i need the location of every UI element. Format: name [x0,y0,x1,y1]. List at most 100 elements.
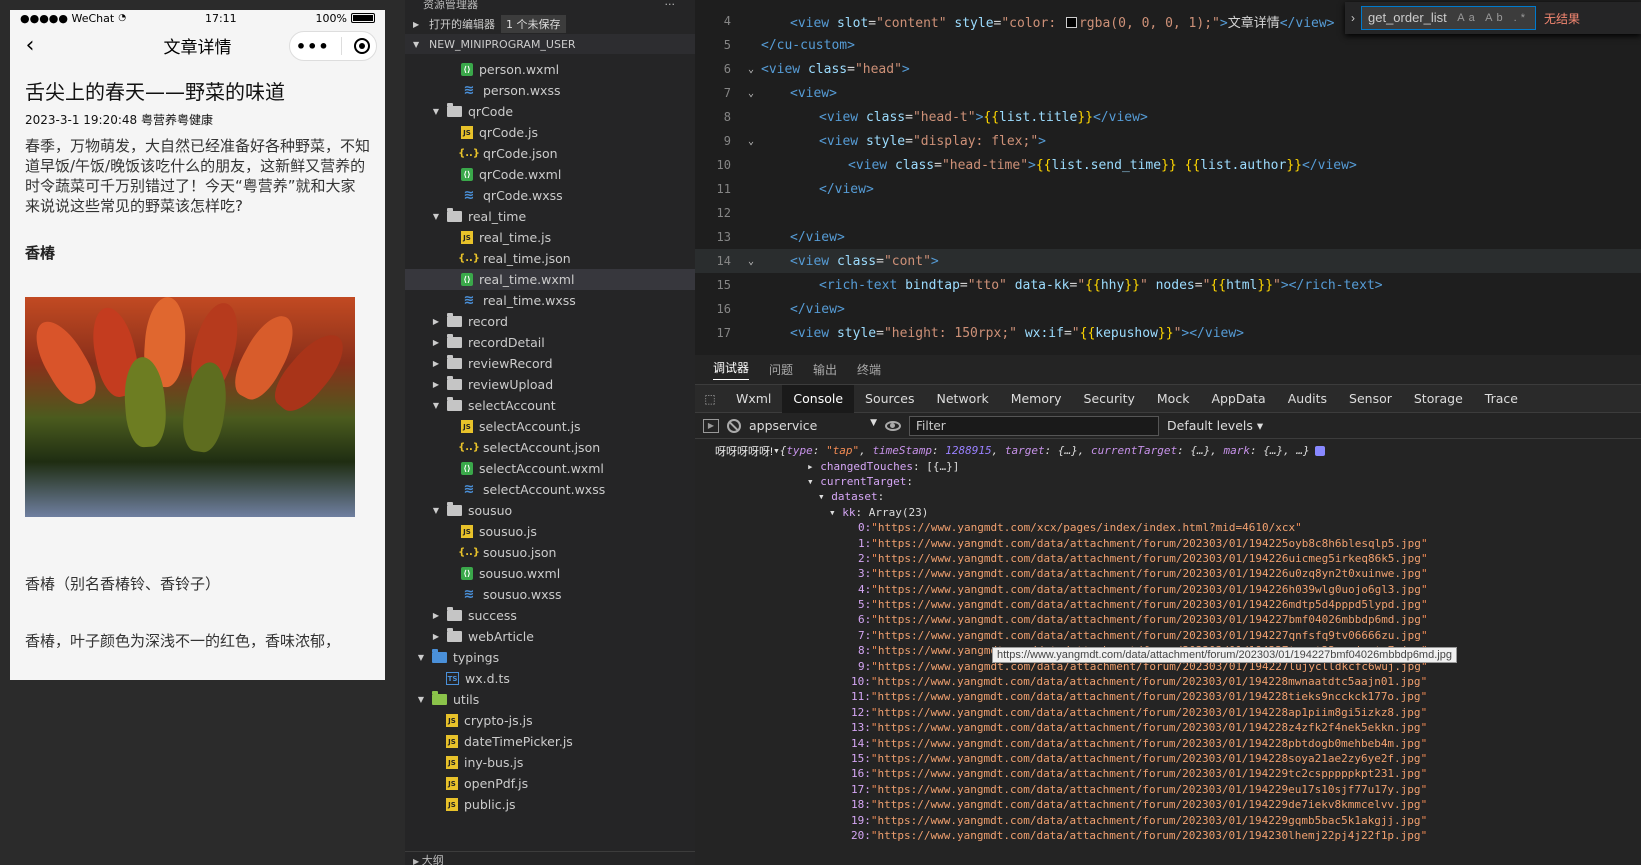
chevron-right-icon[interactable]: ▸ [807,460,820,473]
code-line[interactable]: 8 <view class="head-t">{{list.title}}</vi… [695,105,1641,129]
tree-file[interactable]: ⟨⟩ person.wxml [405,59,695,80]
tab-security[interactable]: Security [1073,385,1146,413]
tree-file[interactable]: {..} sousuo.json [405,542,695,563]
tab-audits[interactable]: Audits [1277,385,1338,413]
console-line[interactable]: 19: " https://www.yangmdt.com/data/attach… [695,812,1641,827]
console-line[interactable]: ▾ kk: Array(23) [695,505,1641,520]
code-line[interactable]: 16 </view> [695,297,1641,321]
panel-tab[interactable]: 终端 [857,361,881,378]
code-line[interactable]: 15 <rich-text bindtap="tto" data-kk="{{hh… [695,273,1641,297]
fold-chevron-icon[interactable]: ⌄ [741,88,761,99]
chevron-down-icon[interactable]: ▾ [773,444,780,457]
console-line[interactable]: 4: " https://www.yangmdt.com/data/attachm… [695,582,1641,597]
console-line[interactable]: 1: " https://www.yangmdt.com/data/attachm… [695,535,1641,550]
clear-console-icon[interactable] [727,418,741,433]
tree-folder[interactable]: ▼ utils [405,689,695,710]
code-line[interactable]: 13 </view> [695,225,1641,249]
console-line[interactable]: 15: " https://www.yangmdt.com/data/attach… [695,751,1641,766]
tab-appdata[interactable]: AppData [1200,385,1276,413]
panel-tab[interactable]: 调试器 [713,359,750,380]
tab-sources[interactable]: Sources [854,385,925,413]
tab-memory[interactable]: Memory [1000,385,1073,413]
filter-input[interactable]: Filter [909,415,1159,436]
console-line[interactable]: ▸ changedTouches: [{…}] [695,458,1641,473]
fold-chevron-icon[interactable]: ⌄ [741,256,761,267]
tab-sensor[interactable]: Sensor [1338,385,1403,413]
tree-file[interactable]: {..} selectAccount.json [405,437,695,458]
tab-trace[interactable]: Trace [1474,385,1529,413]
console-line[interactable]: 11: " https://www.yangmdt.com/data/attach… [695,689,1641,704]
console-line[interactable]: 10: " https://www.yangmdt.com/data/attach… [695,674,1641,689]
tree-folder[interactable]: ▼ typings [405,647,695,668]
tree-folder[interactable]: ▶ webArticle [405,626,695,647]
inspect-element-icon[interactable]: ⬚ [695,392,725,406]
tree-file[interactable]: JS dateTimePicker.js [405,731,695,752]
console-line[interactable]: ▾ currentTarget: [695,474,1641,489]
code-line[interactable]: 7 ⌄ <view> [695,81,1641,105]
console-line[interactable]: 3: " https://www.yangmdt.com/data/attachm… [695,566,1641,581]
console-line[interactable]: 16: " https://www.yangmdt.com/data/attach… [695,766,1641,781]
open-editors-section[interactable]: ▶ 打开的编辑器 1 个未保存 [405,14,695,34]
console-line[interactable]: 18: " https://www.yangmdt.com/data/attach… [695,797,1641,812]
console-line[interactable]: ▾ dataset: [695,489,1641,504]
chevron-down-icon[interactable]: ▾ [818,490,831,503]
code-line[interactable]: 17 <view style="height: 150rpx;" wx:if="{… [695,321,1641,345]
tree-file[interactable]: {..} qrCode.json [405,143,695,164]
tree-file[interactable]: JS iny-bus.js [405,752,695,773]
tree-folder[interactable]: ▶ success [405,605,695,626]
code-area[interactable]: 4 <view slot="content" style="color: rgba… [695,9,1641,345]
outline-section[interactable]: ▶ 大纲 [405,851,695,865]
console-line[interactable]: 6: " https://www.yangmdt.com/data/attachm… [695,612,1641,627]
console-line[interactable]: 12: " https://www.yangmdt.com/data/attach… [695,705,1641,720]
tab-storage[interactable]: Storage [1403,385,1474,413]
tree-file[interactable]: JS qrCode.js [405,122,695,143]
tree-file[interactable]: {..} real_time.json [405,248,695,269]
tree-folder[interactable]: ▼ selectAccount [405,395,695,416]
code-line[interactable]: 11 </view> [695,177,1641,201]
tree-file[interactable]: JS crypto-js.js [405,710,695,731]
console-line[interactable]: 7: " https://www.yangmdt.com/data/attachm… [695,628,1641,643]
console-line[interactable]: 5: " https://www.yangmdt.com/data/attachm… [695,597,1641,612]
tree-file[interactable]: JS sousuo.js [405,521,695,542]
code-line[interactable]: 14 ⌄ <view class="cont"> [695,249,1641,273]
console-line[interactable]: 13: " https://www.yangmdt.com/data/attach… [695,720,1641,735]
tree-file[interactable]: ≋ qrCode.wxss [405,185,695,206]
console-line[interactable]: 0: " https://www.yangmdt.com/xcx/pages/in… [695,520,1641,535]
tree-file[interactable]: JS public.js [405,794,695,815]
tree-folder[interactable]: ▼ qrCode [405,101,695,122]
context-select[interactable]: appservice ▼ [749,418,877,433]
log-levels-select[interactable]: Default levels ▾ [1167,418,1263,433]
panel-tab[interactable]: 问题 [769,361,793,378]
toona-sinensis-photo[interactable] [25,297,355,517]
code-line[interactable]: 10 <view class="head-time">{{list.send_ti… [695,153,1641,177]
live-expression-icon[interactable] [885,420,901,431]
tree-file[interactable]: ≋ person.wxss [405,80,695,101]
console-line[interactable]: 17: " https://www.yangmdt.com/data/attach… [695,782,1641,797]
tree-file[interactable]: ≋ sousuo.wxss [405,584,695,605]
tree-file[interactable]: ≋ real_time.wxss [405,290,695,311]
project-section[interactable]: ▼ NEW_MINIPROGRAM_USER [405,34,695,54]
fold-chevron-icon[interactable]: ⌄ [741,136,761,147]
find-options[interactable]: Aa Ab .* [1457,7,1529,29]
tab-wxml[interactable]: Wxml [725,385,782,413]
toggle-replace-icon[interactable]: › [1345,11,1361,25]
console-line[interactable]: 呀呀呀呀呀! ▾ {type: "tap", timeStamp: 128891… [695,443,1641,458]
tree-file[interactable]: ≋ selectAccount.wxss [405,479,695,500]
code-line[interactable]: 5 </cu-custom> [695,33,1641,57]
chevron-down-icon[interactable]: ▾ [807,475,820,488]
code-line[interactable]: 9 ⌄ <view style="display: flex;"> [695,129,1641,153]
tab-console[interactable]: Console [782,384,855,413]
code-line[interactable]: 6 ⌄ <view class="head"> [695,57,1641,81]
console-line[interactable]: 14: " https://www.yangmdt.com/data/attach… [695,735,1641,750]
tree-folder[interactable]: ▶ recordDetail [405,332,695,353]
color-swatch[interactable] [1065,16,1077,28]
tree-file[interactable]: TS wx.d.ts [405,668,695,689]
panel-tab[interactable]: 输出 [813,361,837,378]
tree-file[interactable]: ⟨⟩ selectAccount.wxml [405,458,695,479]
find-input[interactable]: get_order_list Aa Ab .* [1361,6,1536,30]
tree-folder[interactable]: ▶ record [405,311,695,332]
tree-file[interactable]: ⟨⟩ real_time.wxml [405,269,695,290]
more-actions-icon[interactable]: ··· [665,0,676,14]
tree-folder[interactable]: ▶ reviewUpload [405,374,695,395]
console-line[interactable]: 2: " https://www.yangmdt.com/data/attachm… [695,551,1641,566]
